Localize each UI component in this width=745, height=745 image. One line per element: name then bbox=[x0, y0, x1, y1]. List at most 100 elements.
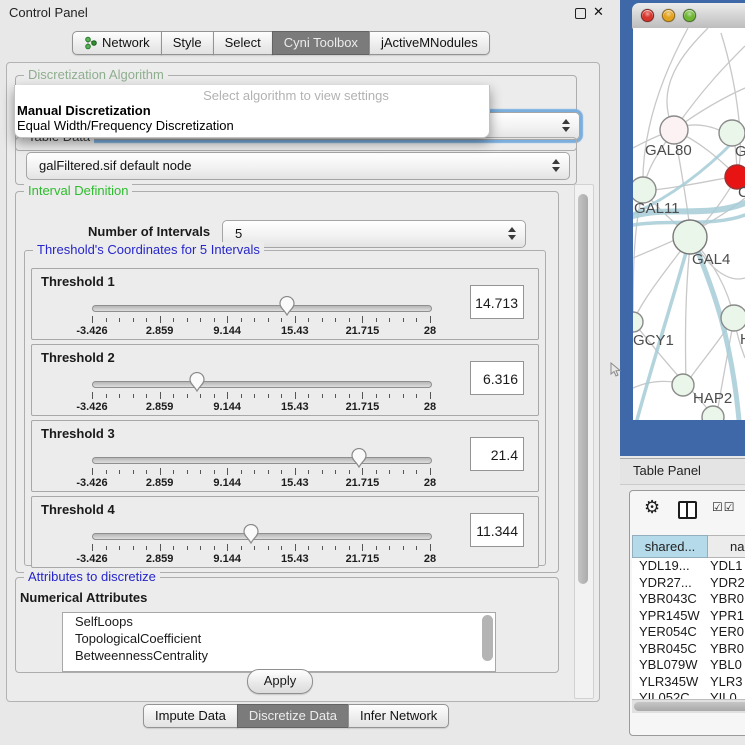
threshold-value-field[interactable]: 6.316 bbox=[470, 361, 524, 395]
network-node-label: C bbox=[738, 184, 745, 201]
attribute-list-item[interactable]: BetweennessCentrality bbox=[63, 647, 495, 664]
table-row[interactable]: YPR145WYPR1 bbox=[632, 608, 745, 625]
network-icon bbox=[84, 36, 97, 50]
cell-shared-name: YER054C bbox=[632, 624, 710, 641]
table-panel-titlebar: Table Panel bbox=[620, 458, 745, 485]
threshold-value-field[interactable]: 11.344 bbox=[470, 513, 524, 547]
tab-style[interactable]: Style bbox=[161, 31, 214, 55]
threshold-panel-2: Threshold 2-3.4262.8599.14415.4321.71528… bbox=[31, 344, 539, 416]
network-node[interactable] bbox=[702, 406, 724, 420]
tab-jactivemnodules[interactable]: jActiveMNodules bbox=[369, 31, 490, 55]
algorithm-option[interactable]: Equal Width/Frequency Discretization bbox=[15, 118, 489, 133]
algorithm-option[interactable]: Manual Discretization bbox=[15, 103, 489, 118]
attributes-group-label: Attributes to discretize bbox=[24, 569, 160, 584]
table-hscrollbar-thumb[interactable] bbox=[634, 702, 745, 711]
table-rows: YDL19...YDL1YDR27...YDR2YBR043CYBR0YPR14… bbox=[632, 558, 745, 702]
tick-label: 15.43 bbox=[265, 401, 325, 413]
network-edge[interactable] bbox=[686, 237, 691, 384]
slider-track[interactable] bbox=[92, 305, 432, 312]
table-header: shared... na bbox=[632, 535, 745, 558]
network-node[interactable] bbox=[633, 312, 643, 332]
close-icon[interactable]: ✕ bbox=[593, 4, 604, 20]
panel-scrollbar-thumb[interactable] bbox=[578, 194, 588, 584]
columns-icon[interactable] bbox=[678, 501, 697, 519]
network-node-label: GAL11 bbox=[634, 200, 680, 217]
network-node[interactable] bbox=[660, 116, 688, 144]
table-header-shared[interactable]: shared... bbox=[632, 535, 708, 558]
close-traffic-light[interactable] bbox=[641, 9, 654, 22]
attribute-list-item[interactable]: TopologicalCoefficient bbox=[63, 630, 495, 647]
tab-impute-data[interactable]: Impute Data bbox=[143, 704, 238, 728]
tab-select[interactable]: Select bbox=[213, 31, 273, 55]
minimize-traffic-light[interactable] bbox=[662, 9, 675, 22]
panel-scrollbar[interactable] bbox=[574, 184, 594, 699]
table-header-name[interactable]: na bbox=[708, 535, 745, 558]
network-node[interactable] bbox=[721, 305, 745, 331]
slider-tick-labels: -3.4262.8599.14415.4321.71528 bbox=[92, 325, 430, 337]
number-of-intervals-combobox[interactable]: 5 bbox=[222, 220, 526, 248]
tick-label: 9.144 bbox=[197, 325, 257, 337]
network-edge[interactable] bbox=[643, 28, 688, 191]
cell-shared-name: YDR27... bbox=[632, 575, 710, 592]
combo-arrows-icon bbox=[552, 159, 560, 173]
table-row[interactable]: YBR045CYBR0 bbox=[632, 641, 745, 658]
network-canvas[interactable]: GAL80GACGAL11GAL4GCY1HHAP2 bbox=[633, 28, 745, 420]
discretization-algorithm-label: Discretization Algorithm bbox=[24, 67, 168, 82]
cell-name: YER0 bbox=[710, 624, 745, 641]
tick-label: -3.426 bbox=[62, 477, 122, 489]
network-node[interactable] bbox=[673, 220, 707, 254]
tab-label: Cyni Toolbox bbox=[284, 32, 358, 54]
network-node[interactable] bbox=[672, 374, 694, 396]
table-data-combobox[interactable]: galFiltered.sif default node bbox=[26, 152, 570, 180]
table-data-group: Table Data galFiltered.sif default node bbox=[15, 137, 577, 185]
slider-track[interactable] bbox=[92, 381, 432, 388]
table-row[interactable]: YBR043CYBR0 bbox=[632, 591, 745, 608]
apply-button[interactable]: Apply bbox=[247, 669, 313, 694]
table-row[interactable]: YLR345WYLR3 bbox=[632, 674, 745, 691]
threshold-value-field[interactable]: 14.713 bbox=[470, 285, 524, 319]
numerical-attributes-list[interactable]: SelfLoopsTopologicalCoefficientBetweenne… bbox=[62, 612, 496, 672]
float-window-icon[interactable] bbox=[575, 8, 586, 19]
slider-handle[interactable] bbox=[189, 372, 205, 392]
thresholds-group-label: Threshold's Coordinates for 5 Intervals bbox=[33, 242, 264, 257]
table-row[interactable]: YDR27...YDR2 bbox=[632, 575, 745, 592]
tick-label: 2.859 bbox=[130, 553, 190, 565]
tick-label: -3.426 bbox=[62, 553, 122, 565]
table-row[interactable]: YBL079WYBL0 bbox=[632, 657, 745, 674]
tab-label: Impute Data bbox=[155, 705, 226, 727]
cell-name: YLR3 bbox=[710, 674, 745, 691]
list-scrollbar-thumb[interactable] bbox=[482, 615, 493, 661]
tab-cyni-toolbox[interactable]: Cyni Toolbox bbox=[272, 31, 370, 55]
attribute-list-item[interactable]: SelfLoops bbox=[63, 613, 495, 630]
algorithm-dropdown-popup: Select algorithm to view settings Manual… bbox=[14, 85, 490, 138]
table-row[interactable]: YER054CYER0 bbox=[632, 624, 745, 641]
slider-ticks bbox=[92, 316, 430, 325]
cell-name: YBL0 bbox=[710, 657, 745, 674]
table-panel: ⚙ ☑☑ shared... na YDL19...YDL1YDR27...YD… bbox=[629, 490, 745, 736]
tick-label: 15.43 bbox=[265, 477, 325, 489]
threshold-label: Threshold 3 bbox=[41, 426, 115, 441]
gear-icon[interactable]: ⚙ bbox=[644, 497, 660, 518]
tick-label: 21.715 bbox=[332, 553, 392, 565]
checkboxes-icon[interactable]: ☑☑ bbox=[712, 500, 736, 514]
slider-handle[interactable] bbox=[351, 448, 367, 468]
slider-track[interactable] bbox=[92, 457, 432, 464]
tab-infer-network[interactable]: Infer Network bbox=[348, 704, 449, 728]
tab-network[interactable]: Network bbox=[72, 31, 162, 55]
tick-label: 28 bbox=[400, 401, 460, 413]
table-row[interactable]: YDL19...YDL1 bbox=[632, 558, 745, 575]
table-panel-title: Table Panel bbox=[633, 463, 701, 478]
tick-label: 9.144 bbox=[197, 401, 257, 413]
zoom-traffic-light[interactable] bbox=[683, 9, 696, 22]
cell-name: YPR1 bbox=[710, 608, 745, 625]
control-panel-window: Control Panel ✕ NetworkStyleSelectCyni T… bbox=[0, 0, 620, 745]
attributes-group: Attributes to discretize Numerical Attri… bbox=[15, 577, 559, 673]
table-hscrollbar[interactable] bbox=[632, 699, 745, 713]
network-edge[interactable] bbox=[667, 28, 708, 130]
slider-track[interactable] bbox=[92, 533, 432, 540]
threshold-value-field[interactable]: 21.4 bbox=[470, 437, 524, 471]
network-node-label: H bbox=[740, 331, 745, 348]
slider-handle[interactable] bbox=[243, 524, 259, 544]
slider-handle[interactable] bbox=[279, 296, 295, 316]
tab-discretize-data[interactable]: Discretize Data bbox=[237, 704, 349, 728]
